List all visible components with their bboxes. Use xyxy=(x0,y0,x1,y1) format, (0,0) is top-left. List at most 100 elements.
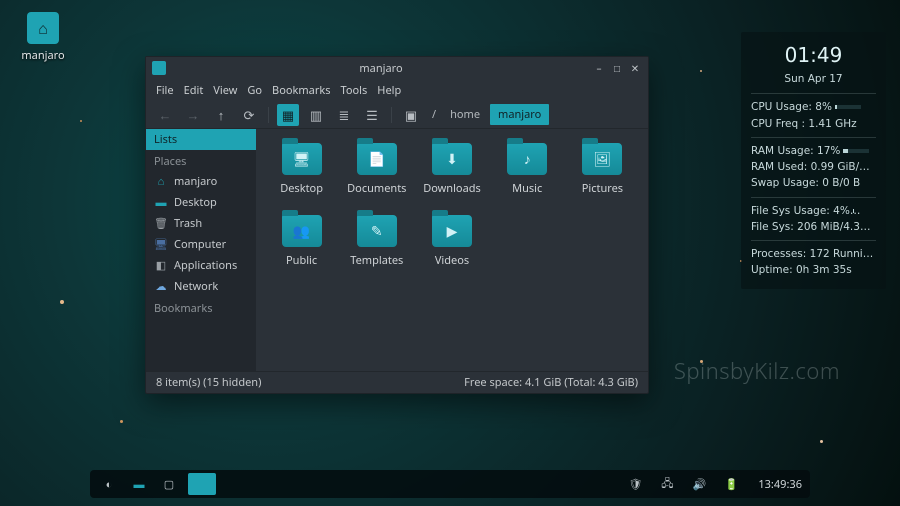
panel-clock[interactable]: 13:49:36 xyxy=(758,477,802,492)
folder-label: Downloads xyxy=(416,181,487,196)
view-list-button[interactable]: ≣ xyxy=(333,104,355,126)
sidebar-item-desktop[interactable]: ▬ Desktop xyxy=(146,192,256,213)
desktop-icon: 🖥 xyxy=(282,143,322,175)
sidebar-item-label: Desktop xyxy=(174,195,217,210)
folder-label: Documents xyxy=(341,181,412,196)
breadcrumb-root-icon[interactable]: ▣ xyxy=(400,104,422,126)
file-manager-window: manjaro – □ ✕ File Edit View Go Bookmark… xyxy=(145,56,649,394)
menu-help[interactable]: Help xyxy=(377,83,401,98)
sidebar-item-network[interactable]: ☁Network xyxy=(146,276,256,297)
status-free-space: Free space: 4.1 GiB (Total: 4.3 GiB) xyxy=(464,375,638,390)
statusbar: 8 item(s) (15 hidden) Free space: 4.1 Gi… xyxy=(146,371,648,393)
documents-icon: 📄 xyxy=(357,143,397,175)
folder-grid: 🖥 Desktop 📄 Documents ⬇ Downloads ♪ Music 🖼 P… xyxy=(256,129,648,371)
menu-edit[interactable]: Edit xyxy=(184,83,204,98)
view-thumb-button[interactable]: ▥ xyxy=(305,104,327,126)
videos-icon: ▶ xyxy=(432,215,472,247)
nav-up-button[interactable]: ↑ xyxy=(210,104,232,126)
conky-ram-used: RAM Used: 0.99 GiB/5.78 xyxy=(751,159,876,175)
desktop-icon-label: manjaro xyxy=(18,48,68,63)
conky-ram-usage: RAM Usage: 17% xyxy=(751,143,876,159)
toolbar: ← → ↑ ⟳ ▦ ▥ ≣ ☰ ▣ / home manjaro xyxy=(146,101,648,129)
menu-bookmarks[interactable]: Bookmarks xyxy=(272,83,330,98)
sidebar-item-applications[interactable]: ◧ Applications xyxy=(146,255,256,276)
menu-go[interactable]: Go xyxy=(247,83,262,98)
sidebar-group-lists[interactable]: Lists xyxy=(146,129,256,150)
folder-label: Pictures xyxy=(567,181,638,196)
folder-pictures[interactable]: 🖼 Pictures xyxy=(567,143,638,211)
folder-public[interactable]: 👥 Public xyxy=(266,215,337,283)
sidebar: Lists Places ⌂ manjaro ▬ Desktop 🗑 Trash 🖥C… xyxy=(146,129,256,371)
public-icon: 👥 xyxy=(282,215,322,247)
conky-fs-used: File Sys: 206 MiB/4.33 GiB xyxy=(751,219,876,235)
tray-network-icon[interactable]: 🖧 xyxy=(656,473,678,495)
conky-time: 01:49 xyxy=(751,40,876,71)
panel-task-active[interactable] xyxy=(188,473,216,495)
sidebar-item-label: manjaro xyxy=(174,174,217,189)
separator xyxy=(268,107,269,123)
music-icon: ♪ xyxy=(507,143,547,175)
conky-uptime: Uptime: 0h 3m 35s xyxy=(751,262,876,278)
conky-cpu-usage: CPU Usage: 8% xyxy=(751,99,876,115)
conky-date: Sun Apr 17 xyxy=(751,71,876,87)
folder-label: Videos xyxy=(416,253,487,268)
folder-videos[interactable]: ▶ Videos xyxy=(416,215,487,283)
reload-button[interactable]: ⟳ xyxy=(238,104,260,126)
view-icons-button[interactable]: ▦ xyxy=(277,104,299,126)
panel-filemanager-button[interactable]: ▬ xyxy=(128,473,150,495)
conky-cpu-freq: CPU Freq : 1.41 GHz xyxy=(751,116,876,132)
sidebar-header-places: Places xyxy=(146,150,256,171)
folder-label: Desktop xyxy=(266,181,337,196)
panel-menu-button[interactable]: ◐ xyxy=(98,473,120,495)
sidebar-item-trash[interactable]: 🗑 Trash xyxy=(146,213,256,234)
menubar: File Edit View Go Bookmarks Tools Help xyxy=(146,79,648,101)
tray-battery-icon[interactable]: 🔋 xyxy=(720,473,742,495)
conky-swap: Swap Usage: 0 B/0 B xyxy=(751,175,876,191)
conky-fs-usage: File Sys Usage: 4% xyxy=(751,203,876,219)
breadcrumb-home[interactable]: home xyxy=(446,107,484,122)
breadcrumb-root[interactable]: / xyxy=(428,107,440,122)
maximize-button[interactable]: □ xyxy=(610,61,624,75)
watermark: SpinsbyKilz.com xyxy=(674,356,840,386)
apps-icon: ◧ xyxy=(154,260,168,272)
sidebar-item-manjaro[interactable]: ⌂ manjaro xyxy=(146,171,256,192)
computer-icon: 🖥 xyxy=(154,239,168,251)
network-icon: ☁ xyxy=(154,281,168,293)
pictures-icon: 🖼 xyxy=(582,143,622,175)
menu-view[interactable]: View xyxy=(213,83,237,98)
desktop-icon-home[interactable]: ⌂ manjaro xyxy=(18,12,68,63)
close-button[interactable]: ✕ xyxy=(628,61,642,75)
sidebar-item-label: Trash xyxy=(174,216,202,231)
tray-volume-icon[interactable]: 🔊 xyxy=(688,473,710,495)
sidebar-item-label: Applications xyxy=(174,258,237,273)
status-items: 8 item(s) (15 hidden) xyxy=(156,375,261,390)
system-monitor-widget: 01:49 Sun Apr 17 CPU Usage: 8% CPU Freq … xyxy=(741,32,886,289)
menu-tools[interactable]: Tools xyxy=(341,83,368,98)
conky-processes: Processes: 172 Running: xyxy=(751,246,876,262)
menu-file[interactable]: File xyxy=(156,83,174,98)
home-icon: ⌂ xyxy=(154,176,168,188)
nav-forward-button[interactable]: → xyxy=(182,104,204,126)
downloads-icon: ⬇ xyxy=(432,143,472,175)
task-panel: ◐ ▬ ▢ 🛡 🖧 🔊 🔋 13:49:36 xyxy=(90,470,810,498)
folder-label: Public xyxy=(266,253,337,268)
window-app-icon xyxy=(152,61,166,75)
titlebar[interactable]: manjaro – □ ✕ xyxy=(146,57,648,79)
breadcrumb-current[interactable]: manjaro xyxy=(490,104,549,125)
templates-icon: ✎ xyxy=(357,215,397,247)
folder-label: Music xyxy=(492,181,563,196)
view-detail-button[interactable]: ☰ xyxy=(361,104,383,126)
trash-icon: 🗑 xyxy=(154,218,168,230)
minimize-button[interactable]: – xyxy=(592,61,606,75)
folder-documents[interactable]: 📄 Documents xyxy=(341,143,412,211)
folder-desktop[interactable]: 🖥 Desktop xyxy=(266,143,337,211)
sidebar-item-computer[interactable]: 🖥Computer xyxy=(146,234,256,255)
panel-terminal-button[interactable]: ▢ xyxy=(158,473,180,495)
sidebar-header-bookmarks: Bookmarks xyxy=(146,297,256,318)
tray-shield-icon[interactable]: 🛡 xyxy=(624,473,646,495)
folder-music[interactable]: ♪ Music xyxy=(492,143,563,211)
folder-icon: ▬ xyxy=(154,197,168,209)
folder-downloads[interactable]: ⬇ Downloads xyxy=(416,143,487,211)
folder-templates[interactable]: ✎Templates xyxy=(341,215,412,283)
nav-back-button[interactable]: ← xyxy=(154,104,176,126)
